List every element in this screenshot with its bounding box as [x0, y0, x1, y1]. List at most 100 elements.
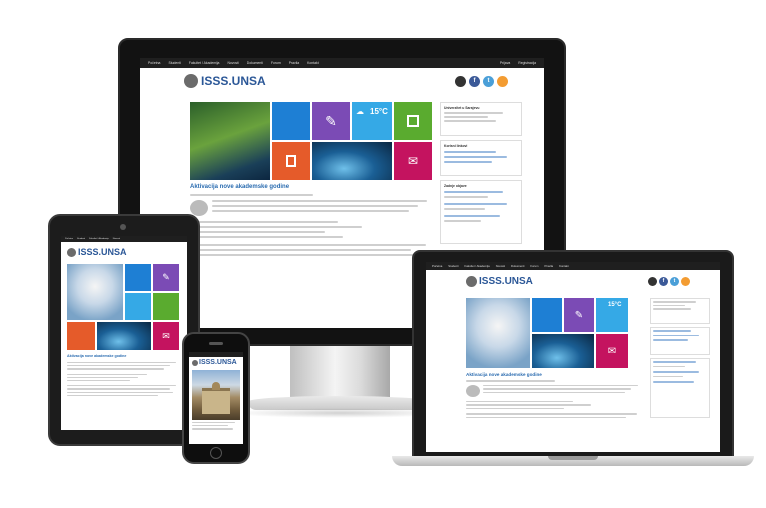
mail-icon: ✉ — [407, 154, 419, 168]
logo-emblem — [466, 275, 477, 287]
article-body — [67, 362, 181, 396]
nav-item[interactable]: Forum — [271, 61, 281, 65]
featured-image-tile[interactable] — [190, 102, 270, 180]
edit-tile[interactable]: ✎ — [564, 298, 594, 332]
top-navigation: Početna Studenti Fakultet / Akademija No… — [426, 262, 720, 270]
register-link[interactable]: Registracija — [518, 61, 536, 65]
site-header: ISSS.UNSA f t — [426, 270, 720, 292]
site-header: ISSS.UNSA f t — [140, 68, 544, 94]
rss-icon[interactable] — [497, 75, 508, 87]
site-logo[interactable]: ISSS.UNSA — [184, 74, 266, 88]
nav-item[interactable]: Pravila — [545, 264, 554, 268]
facebook-icon[interactable]: f — [469, 75, 480, 87]
featured-image-tile[interactable] — [466, 298, 530, 368]
tile-grid: ✎ ✉ — [67, 264, 181, 350]
edit-tile[interactable]: ✎ — [312, 102, 350, 140]
site-logo[interactable]: ISSS.UNSA — [466, 275, 533, 287]
nav-item[interactable]: Novosti — [113, 238, 120, 240]
weather-tile[interactable]: 15°C — [596, 298, 628, 332]
weather-temperature: 15°C — [608, 302, 622, 308]
github-icon[interactable] — [455, 75, 466, 87]
top-navigation: Početna Studenti Fakultet / Akademija No… — [140, 58, 544, 68]
twitter-icon[interactable]: t — [483, 75, 494, 87]
nav-item[interactable]: Kontakt — [307, 61, 319, 65]
latest-title: Zadnje objave — [444, 184, 467, 188]
nav-item[interactable]: Kontakt — [559, 264, 569, 268]
info-tile[interactable] — [125, 264, 151, 291]
weather-temperature: 15°C — [370, 107, 388, 116]
mail-tile[interactable]: ✉ — [394, 142, 432, 180]
social-links: f t — [455, 75, 508, 87]
nav-item[interactable]: Studenti — [168, 61, 180, 65]
device-showcase: Početna Studenti Fakultet / Akademija No… — [0, 0, 766, 508]
nav-item[interactable]: Pravila — [289, 61, 299, 65]
nav-item[interactable]: Početna — [148, 61, 160, 65]
rss-icon[interactable] — [681, 276, 690, 286]
building-image[interactable] — [192, 370, 240, 420]
monitor-stand-neck — [290, 346, 390, 398]
site-header: ISSS.UNSA — [61, 242, 187, 262]
weather-tile[interactable] — [125, 293, 151, 320]
edit-tile[interactable]: ✎ — [153, 264, 179, 291]
nav-item[interactable]: Fakultet / Akademija — [465, 264, 490, 268]
nav-item[interactable]: Studenti — [77, 238, 85, 240]
mail-tile[interactable]: ✉ — [596, 334, 628, 368]
nav-item[interactable]: Dokumenti — [511, 264, 524, 268]
smartphone: ISSS.UNSA — [182, 332, 250, 464]
earth-image-tile[interactable] — [532, 334, 594, 368]
article-body — [190, 194, 436, 259]
home-button[interactable] — [210, 447, 222, 459]
window-icon — [407, 115, 419, 127]
info-tile[interactable] — [272, 102, 310, 140]
login-link[interactable]: Prijava — [500, 61, 510, 65]
nav-item[interactable]: Novosti — [227, 61, 238, 65]
article-headline[interactable]: Aktivacija nove akademske godine — [466, 372, 542, 377]
mail-tile[interactable]: ✉ — [153, 322, 179, 350]
grid-tile[interactable] — [394, 102, 432, 140]
document-tile[interactable] — [67, 322, 95, 350]
facebook-icon[interactable]: f — [659, 276, 668, 286]
nav-item[interactable]: Forum — [530, 264, 538, 268]
nav-item[interactable]: Početna — [432, 264, 442, 268]
document-icon — [286, 155, 296, 167]
earth-image-tile[interactable] — [312, 142, 392, 180]
tile-grid: ✎ 15°C ✉ — [466, 298, 644, 368]
article-emblem — [466, 384, 480, 397]
cloud-icon: ☁ — [356, 107, 364, 116]
site-logo[interactable]: ISSS.UNSA — [67, 247, 127, 257]
document-tile[interactable] — [272, 142, 310, 180]
nav-item[interactable]: Fakultet / Akademija — [189, 61, 220, 65]
latest-posts-box: Zadnje objave — [440, 180, 522, 244]
earth-image-tile[interactable] — [97, 322, 151, 350]
article-emblem — [190, 200, 208, 216]
github-icon[interactable] — [648, 276, 657, 286]
nav-item[interactable]: Fakultet / Akademija — [89, 238, 109, 240]
links-box — [650, 327, 710, 355]
article-headline[interactable]: Aktivacija nove akademske godine — [190, 184, 289, 190]
site-logo[interactable]: ISSS.UNSA — [189, 357, 243, 368]
article-headline[interactable]: Aktivacija nove akademske godine — [67, 354, 126, 358]
logo-text: ISSS.UNSA — [479, 275, 533, 287]
twitter-icon[interactable]: t — [670, 276, 679, 286]
logo-text: ISSS.UNSA — [78, 247, 127, 257]
nav-item[interactable]: Početna — [65, 238, 73, 240]
logo-text: ISSS.UNSA — [201, 74, 266, 88]
article-body — [466, 380, 644, 418]
featured-image-tile[interactable] — [67, 264, 123, 320]
contact-box: Univerzitet u Sarajevu — [440, 102, 522, 136]
nav-item[interactable]: Studenti — [448, 264, 458, 268]
tablet: Početna Studenti Fakultet / Akademija No… — [48, 214, 200, 446]
logo-emblem — [67, 247, 76, 257]
nav-item[interactable]: Novosti — [496, 264, 505, 268]
contact-box — [650, 298, 710, 324]
pencil-icon: ✎ — [574, 309, 584, 321]
weather-tile[interactable]: 15°C ☁ — [352, 102, 392, 140]
nav-item[interactable]: Dokumenti — [247, 61, 263, 65]
sidebar — [650, 298, 710, 418]
laptop-notch — [548, 456, 598, 460]
tile-grid: ✎ 15°C ☁ ✉ — [190, 102, 436, 180]
info-tile[interactable] — [532, 298, 562, 332]
links-box: Korisni linkovi — [440, 140, 522, 176]
logo-emblem — [184, 74, 198, 88]
grid-tile[interactable] — [153, 293, 179, 320]
